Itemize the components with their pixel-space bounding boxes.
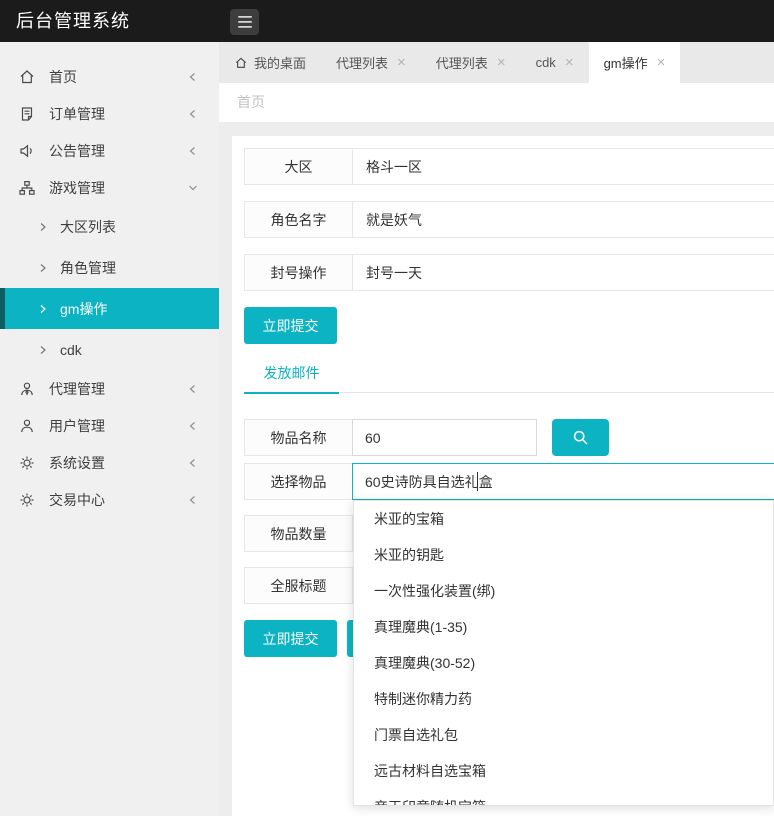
tab-agent-list-1[interactable]: 代理列表 ×: [321, 42, 421, 83]
chevron-left-icon: [187, 457, 199, 469]
chevron-right-icon: [38, 221, 48, 233]
dropdown-option[interactable]: 真理魔典(1-35): [354, 609, 773, 645]
sidebar-item-system-settings[interactable]: 系统设置: [0, 444, 219, 481]
role-name-row: 角色名字 就是妖气: [244, 201, 774, 238]
dropdown-option[interactable]: 门票自选礼包: [354, 717, 773, 753]
breadcrumb: 首页: [219, 83, 774, 122]
announcement-icon: [18, 142, 36, 160]
mail-submit-button[interactable]: 立即提交: [244, 620, 337, 657]
dropdown-option[interactable]: 一次性强化装置(绑): [354, 573, 773, 609]
chevron-right-icon: [38, 344, 48, 356]
tab-agent-list-2[interactable]: 代理列表 ×: [421, 42, 521, 83]
chevron-left-icon: [187, 108, 199, 120]
game-icon: [18, 179, 36, 197]
tab-gm-operations[interactable]: gm操作 ×: [589, 42, 681, 83]
sidebar-item-cdk[interactable]: cdk: [0, 329, 219, 370]
chevron-down-icon: [187, 182, 199, 194]
sidebar-item-users[interactable]: 用户管理: [0, 407, 219, 444]
form-label: 角色名字: [245, 202, 353, 237]
chevron-left-icon: [187, 494, 199, 506]
form-label: 全服标题: [245, 568, 353, 603]
form-label: 物品数量: [245, 516, 353, 551]
form-label: 选择物品: [244, 463, 352, 500]
user-icon: [18, 417, 36, 435]
settings-gear-icon: [18, 454, 36, 472]
tab-send-mail[interactable]: 发放邮件: [244, 354, 339, 394]
item-name-input[interactable]: [352, 419, 537, 456]
form-label: 大区: [245, 149, 353, 184]
chevron-left-icon: [187, 383, 199, 395]
chevron-right-icon: [38, 303, 48, 315]
search-icon: [571, 428, 591, 448]
sidebar-item-gm-operations[interactable]: gm操作: [0, 288, 219, 329]
menu-toggle-button[interactable]: [230, 9, 259, 35]
home-icon: [234, 56, 248, 70]
tabbar: 我的桌面 代理列表 × 代理列表 × cdk × gm操作 ×: [219, 42, 774, 83]
chevron-right-icon: [38, 262, 48, 274]
tab-cdk[interactable]: cdk ×: [521, 42, 589, 83]
dropdown-option[interactable]: 米亚的宝箱: [354, 501, 773, 537]
close-icon[interactable]: ×: [657, 55, 666, 70]
sidebar-item-games[interactable]: 游戏管理: [0, 169, 219, 206]
ban-action-row: 封号操作 封号一天: [244, 254, 774, 291]
search-button[interactable]: [552, 419, 609, 456]
dropdown-option[interactable]: 米亚的钥匙: [354, 537, 773, 573]
dropdown-option[interactable]: 帝王印章随机宝箱: [354, 789, 773, 806]
ban-submit-button[interactable]: 立即提交: [244, 307, 337, 344]
order-icon: [18, 105, 36, 123]
sidebar-item-agents[interactable]: 代理管理: [0, 370, 219, 407]
chevron-left-icon: [187, 71, 199, 83]
app-title: 后台管理系统: [16, 0, 130, 42]
trade-gear-icon: [18, 491, 36, 509]
text-caret: [477, 472, 478, 491]
sidebar-item-announcements[interactable]: 公告管理: [0, 132, 219, 169]
chevron-left-icon: [187, 420, 199, 432]
sidebar-item-trade-center[interactable]: 交易中心: [0, 481, 219, 518]
chevron-left-icon: [187, 145, 199, 157]
home-icon: [18, 68, 36, 86]
hamburger-icon: [237, 15, 253, 29]
header: 后台管理系统: [0, 0, 774, 42]
role-name-input[interactable]: 就是妖气: [353, 202, 774, 237]
close-icon[interactable]: ×: [397, 55, 406, 70]
sidebar-item-home[interactable]: 首页: [0, 58, 219, 95]
region-select[interactable]: 格斗一区: [353, 149, 774, 184]
tab-my-desktop[interactable]: 我的桌面: [219, 42, 321, 83]
form-label: 物品名称: [244, 419, 352, 456]
close-icon[interactable]: ×: [497, 55, 506, 70]
sidebar-item-role-management[interactable]: 角色管理: [0, 247, 219, 288]
app: 后台管理系统 首页 订单管理 公告管理 游戏管理: [0, 0, 774, 816]
form-label: 封号操作: [245, 255, 353, 290]
item-select-input[interactable]: [352, 463, 774, 500]
sidebar-item-orders[interactable]: 订单管理: [0, 95, 219, 132]
item-select-row: 选择物品: [244, 463, 774, 500]
item-name-row: 物品名称: [244, 419, 774, 456]
sidebar: 首页 订单管理 公告管理 游戏管理 大区列表 角色管理 gm: [0, 42, 219, 816]
agent-icon: [18, 380, 36, 398]
item-dropdown: 米亚的宝箱 米亚的钥匙 一次性强化装置(绑) 真理魔典(1-35) 真理魔典(3…: [353, 500, 774, 806]
dropdown-option[interactable]: 特制迷你精力药: [354, 681, 773, 717]
mail-subtabs: 发放邮件: [244, 354, 774, 393]
close-icon[interactable]: ×: [565, 55, 574, 70]
region-row: 大区 格斗一区: [244, 148, 774, 185]
dropdown-option[interactable]: 真理魔典(30-52): [354, 645, 773, 681]
sidebar-item-region-list[interactable]: 大区列表: [0, 206, 219, 247]
dropdown-option[interactable]: 远古材料自选宝箱: [354, 753, 773, 789]
ban-action-select[interactable]: 封号一天: [353, 255, 774, 290]
